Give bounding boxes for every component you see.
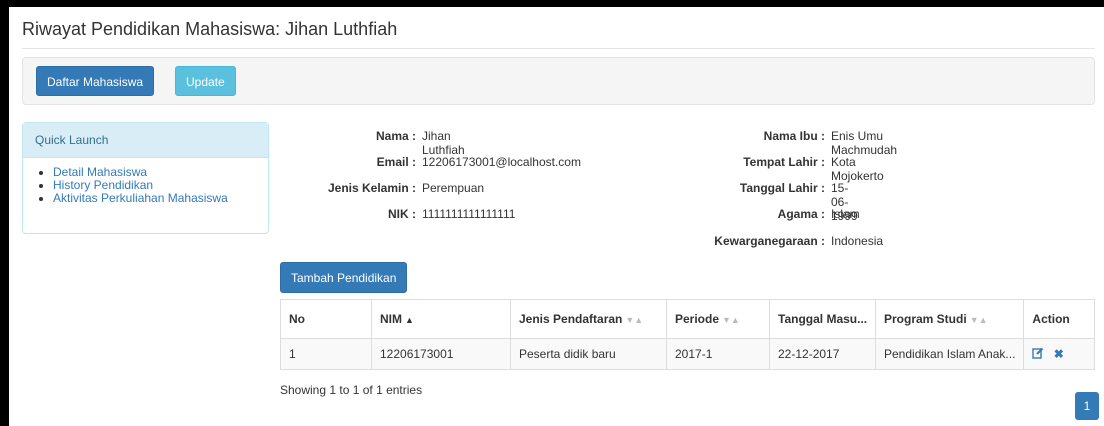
col-tanggal-masuk[interactable]: Tanggal Masu... [769, 299, 876, 339]
quick-launch-list: Detail Mahasiswa History Pendidikan Akti… [23, 166, 268, 205]
edit-icon[interactable] [1032, 347, 1047, 361]
info-value-tempat-lahir: Kota Mojokerto [831, 155, 884, 183]
tambah-pendidikan-button[interactable]: Tambah Pendidikan [280, 262, 408, 293]
col-program-studi[interactable]: Program Studi ▼▲ [874, 299, 1025, 339]
info-value-nama-ibu: Enis Umu Machmudah [831, 129, 898, 157]
sort-icon: ▼▲ [969, 315, 988, 325]
sort-icon: ▼▲ [722, 315, 740, 325]
cell-prodi: Pendidikan Islam Anak... [874, 338, 1025, 370]
info-label: Jenis Kelamin : [327, 181, 416, 195]
pagination-page-button[interactable]: 1 [1075, 392, 1099, 420]
col-nim[interactable]: NIM ▲ [371, 299, 511, 339]
info-value-kewarganegaraan: Indonesia [831, 234, 884, 248]
info-value-email: 12206173001@localhost.com [422, 155, 581, 169]
info-label: Nama : [375, 129, 416, 143]
col-label: Jenis Pendaftaran [519, 312, 623, 326]
col-no[interactable]: No [280, 299, 372, 339]
quick-launch-heading: Quick Launch [23, 123, 268, 158]
col-label: Tanggal Masu... [778, 312, 868, 326]
col-label: No [289, 312, 305, 326]
page-title: Riwayat Pendidikan Mahasiswa: Jihan Luth… [22, 19, 398, 39]
page: Riwayat Pendidikan Mahasiswa: Jihan Luth… [9, 7, 1104, 426]
cell-nim: 12206173001 [371, 338, 511, 370]
delete-icon[interactable]: ✖ [1054, 347, 1064, 361]
col-jenis-pendaftaran[interactable]: Jenis Pendaftaran ▼▲ [510, 299, 667, 339]
info-label: NIK : [388, 207, 416, 221]
col-label: Program Studi [884, 312, 967, 326]
daftar-mahasiswa-button[interactable]: Daftar Mahasiswa [36, 66, 155, 96]
toolbar: Daftar Mahasiswa Update [22, 57, 1095, 105]
info-value-nik: 1111111111111111 [422, 207, 516, 221]
table-info: Showing 1 to 1 of 1 entries [280, 383, 423, 397]
info-label: Tempat Lahir : [743, 155, 825, 169]
info-label: Nama Ibu : [763, 129, 825, 143]
table-row: 1 12206173001 Peserta didik baru 2017-1 … [280, 338, 1095, 370]
info-value-agama: Islam [831, 207, 860, 221]
table-header-row: No NIM ▲ Jenis Pendaftaran ▼▲ Periode ▼▲ Ta… [280, 299, 1095, 339]
col-periode[interactable]: Periode ▼▲ [666, 299, 770, 339]
col-action: Action [1023, 299, 1095, 339]
info-value-nama: Jihan Luthfiah [422, 129, 465, 157]
cell-action: ✖ [1023, 338, 1095, 370]
cell-no: 1 [280, 338, 372, 370]
quick-launch-panel: Quick Launch Detail Mahasiswa History Pe… [22, 122, 269, 234]
title-divider [22, 48, 1095, 49]
quick-launch-item: Aktivitas Perkuliahan Mahasiswa [53, 192, 268, 205]
cell-tanggal: 22-12-2017 [769, 338, 876, 370]
info-label: Kewarganegaraan : [714, 234, 825, 248]
info-label: Email : [376, 155, 416, 169]
sort-asc-icon: ▲ [405, 315, 414, 325]
info-value-jenis-kelamin: Perempuan [422, 181, 485, 195]
link-detail-mahasiswa[interactable]: Detail Mahasiswa [53, 165, 147, 179]
link-history-pendidikan[interactable]: History Pendidikan [53, 178, 153, 192]
link-aktivitas-perkuliahan[interactable]: Aktivitas Perkuliahan Mahasiswa [53, 191, 228, 205]
info-label: Agama : [777, 207, 825, 221]
pendidikan-table: No NIM ▲ Jenis Pendaftaran ▼▲ Periode ▼▲ Ta… [280, 299, 1095, 370]
col-label: Periode [675, 312, 720, 326]
col-label: NIM [380, 312, 402, 326]
cell-periode: 2017-1 [666, 338, 770, 370]
col-label: Action [1032, 312, 1070, 326]
update-button[interactable]: Update [175, 66, 236, 96]
sort-icon: ▼▲ [625, 315, 644, 325]
info-label: Tanggal Lahir : [739, 181, 825, 195]
cell-jenis: Peserta didik baru [510, 338, 667, 370]
